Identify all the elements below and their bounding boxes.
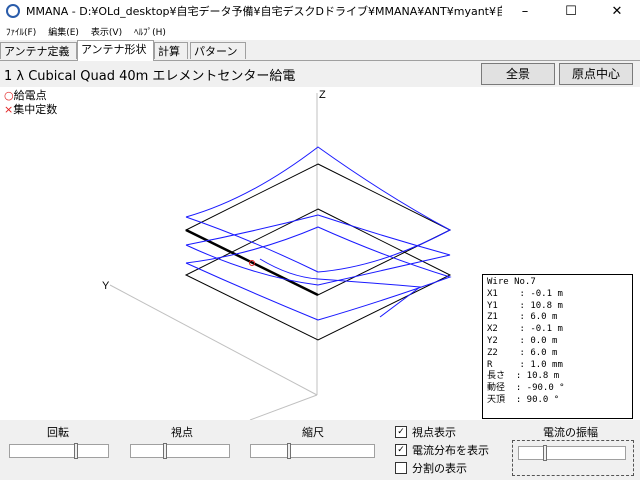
header-bar: 1 λ Cubical Quad 40m エレメントセンター給電 全景 原点中心 xyxy=(0,61,640,87)
show-split-check-icon[interactable] xyxy=(395,462,407,474)
lower-current-curve xyxy=(185,226,452,321)
full-view-button[interactable]: 全景 xyxy=(481,63,555,85)
tab-bar: アンテナ定義 アンテナ形状 計算 パターン xyxy=(0,40,640,61)
scale-slider-thumb[interactable] xyxy=(287,443,291,459)
menu-bar: ﾌｧｲﾙ(F) 編集(E) 表示(V) ﾍﾙﾌﾟ(H) xyxy=(0,22,640,40)
amplitude-slider-thumb[interactable] xyxy=(543,445,547,461)
tab-antenna-shape[interactable]: アンテナ形状 xyxy=(77,40,154,61)
viewpoint-label: 視点 xyxy=(171,426,193,439)
rotate-slider[interactable] xyxy=(9,443,109,459)
tab-antenna-definition[interactable]: アンテナ定義 xyxy=(0,42,77,59)
load-marker-icon: × xyxy=(4,103,14,116)
menu-help[interactable]: ﾍﾙﾌﾟ(H) xyxy=(128,25,172,38)
x-axis xyxy=(249,394,318,420)
tab-pattern[interactable]: パターン xyxy=(190,42,246,59)
minimize-button[interactable]: – xyxy=(502,0,548,22)
legend-load: ×集中定数 xyxy=(4,101,57,117)
maximize-button[interactable]: ☐ xyxy=(548,0,594,22)
rotate-label: 回転 xyxy=(47,426,69,439)
show-view-checkbox[interactable]: ✓ 視点表示 xyxy=(395,424,456,440)
y-axis xyxy=(109,284,318,396)
show-split-checkbox[interactable]: 分割の表示 xyxy=(395,460,467,476)
z-axis-label: Z xyxy=(319,89,326,101)
wire-info-box: Wire No.7 X1 : -0.1 m Y1 : 10.8 m Z1 : 6… xyxy=(482,274,633,419)
show-split-label: 分割の表示 xyxy=(412,462,467,475)
legend-load-label: 集中定数 xyxy=(13,103,58,116)
viewpoint-slider[interactable] xyxy=(130,443,230,459)
rotate-slider-thumb[interactable] xyxy=(74,443,78,459)
upper-element-wire xyxy=(184,163,452,296)
menu-edit[interactable]: 編集(E) xyxy=(42,25,85,38)
menu-file[interactable]: ﾌｧｲﾙ(F) xyxy=(0,25,42,38)
show-current-checkbox[interactable]: ✓ 電流分布を表示 xyxy=(395,442,489,458)
show-view-label: 視点表示 xyxy=(412,426,456,439)
close-button[interactable]: ✕ xyxy=(594,0,640,22)
center-origin-button[interactable]: 原点中心 xyxy=(559,63,633,85)
antenna-title: 1 λ Cubical Quad 40m エレメントセンター給電 xyxy=(4,69,296,84)
app-icon xyxy=(6,4,20,18)
window-title: MMANA - D:¥OLd_desktop¥自宅データ予備¥自宅デスクDドライ… xyxy=(26,5,502,18)
title-bar: MMANA - D:¥OLd_desktop¥自宅データ予備¥自宅デスクDドライ… xyxy=(0,0,640,22)
show-current-check-icon[interactable]: ✓ xyxy=(395,444,407,456)
y-axis-label: Y xyxy=(102,280,110,292)
amplitude-slider[interactable] xyxy=(518,445,626,461)
amplitude-label: 電流の振幅 xyxy=(543,426,598,439)
antenna-view[interactable]: Z Y ○給電点 ×集中定数 Wire No.7 X1 : -0.1 m Y1 … xyxy=(0,87,640,420)
scale-slider[interactable] xyxy=(250,443,375,459)
show-view-check-icon[interactable]: ✓ xyxy=(395,426,407,438)
show-current-label: 電流分布を表示 xyxy=(412,444,489,457)
scale-label: 縮尺 xyxy=(302,426,324,439)
tab-calculation[interactable]: 計算 xyxy=(154,42,188,59)
viewpoint-slider-thumb[interactable] xyxy=(163,443,167,459)
menu-view[interactable]: 表示(V) xyxy=(85,25,128,38)
